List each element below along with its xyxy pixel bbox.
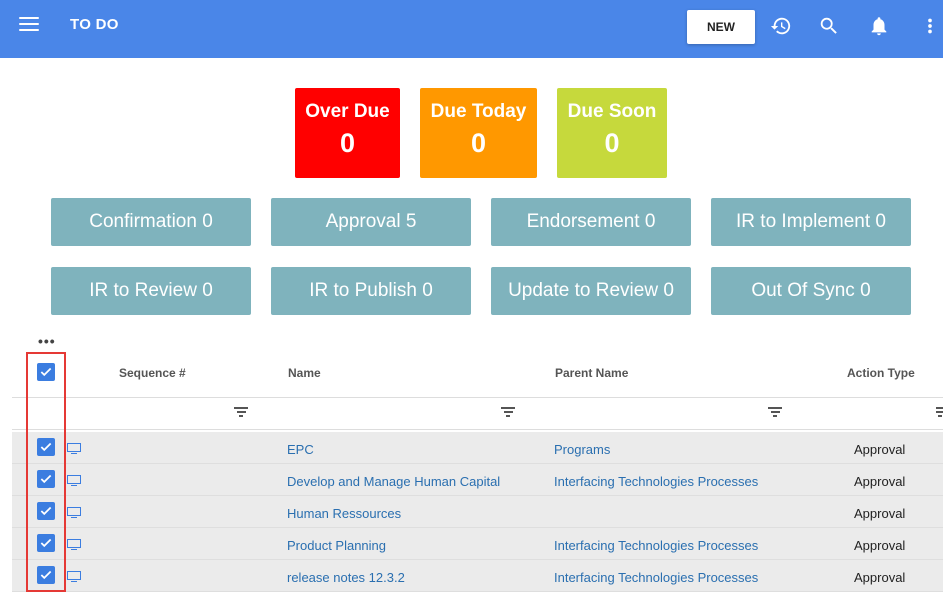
category-approval[interactable]: Approval 5 bbox=[271, 198, 471, 246]
check-icon bbox=[40, 367, 52, 377]
column-header-action-type[interactable]: Action Type bbox=[847, 366, 915, 380]
row-name-link[interactable]: EPC bbox=[287, 442, 314, 457]
row-checkbox[interactable] bbox=[37, 502, 55, 520]
tile-label: Due Today bbox=[430, 101, 527, 122]
grid-filter-row bbox=[12, 399, 943, 430]
monitor-icon[interactable] bbox=[67, 571, 81, 582]
tile-due-today[interactable]: Due Today 0 bbox=[420, 88, 537, 178]
monitor-icon[interactable] bbox=[67, 443, 81, 454]
tile-count: 0 bbox=[470, 128, 487, 158]
row-checkbox[interactable] bbox=[37, 438, 55, 456]
new-button[interactable]: NEW bbox=[687, 10, 755, 44]
bell-icon[interactable] bbox=[867, 14, 891, 38]
filter-icon[interactable] bbox=[501, 407, 515, 419]
row-action-type: Approval bbox=[854, 570, 906, 585]
category-update-to-review[interactable]: Update to Review 0 bbox=[491, 267, 691, 315]
table-row[interactable]: Product Planning Interfacing Technologie… bbox=[12, 528, 943, 560]
row-checkbox[interactable] bbox=[37, 566, 55, 584]
row-action-type: Approval bbox=[854, 506, 906, 521]
table-row[interactable]: Develop and Manage Human Capital Interfa… bbox=[12, 464, 943, 496]
table-row[interactable]: EPC Programs Approval bbox=[12, 432, 943, 464]
filter-icon[interactable] bbox=[768, 407, 782, 419]
row-action-type: Approval bbox=[854, 538, 906, 553]
row-action-type: Approval bbox=[854, 474, 906, 489]
check-icon bbox=[40, 442, 52, 452]
table-row[interactable]: Human Ressources Approval bbox=[12, 496, 943, 528]
select-all-checkbox[interactable] bbox=[37, 363, 55, 381]
tile-label: Over Due bbox=[305, 101, 390, 122]
grid-header-row: Sequence # Name Parent Name Action Type bbox=[12, 352, 943, 398]
tile-over-due[interactable]: Over Due 0 bbox=[295, 88, 400, 178]
tile-count: 0 bbox=[339, 128, 356, 158]
category-ir-to-review[interactable]: IR to Review 0 bbox=[51, 267, 251, 315]
tile-due-soon[interactable]: Due Soon 0 bbox=[557, 88, 667, 178]
check-icon bbox=[40, 538, 52, 548]
row-parent-link[interactable]: Interfacing Technologies Processes bbox=[554, 538, 758, 553]
monitor-icon[interactable] bbox=[67, 539, 81, 550]
top-app-bar: TO DO NEW bbox=[0, 0, 943, 58]
row-parent-link[interactable]: Interfacing Technologies Processes bbox=[554, 570, 758, 585]
filter-icon[interactable] bbox=[936, 407, 943, 419]
filter-icon[interactable] bbox=[234, 407, 248, 419]
check-icon bbox=[40, 506, 52, 516]
page-title: TO DO bbox=[70, 16, 119, 33]
column-header-parent-name[interactable]: Parent Name bbox=[555, 366, 628, 380]
row-name-link[interactable]: release notes 12.3.2 bbox=[287, 570, 405, 585]
monitor-icon[interactable] bbox=[67, 475, 81, 486]
category-endorsement[interactable]: Endorsement 0 bbox=[491, 198, 691, 246]
category-ir-to-implement[interactable]: IR to Implement 0 bbox=[711, 198, 911, 246]
column-header-name[interactable]: Name bbox=[288, 366, 321, 380]
table-row[interactable]: release notes 12.3.2 Interfacing Technol… bbox=[12, 560, 943, 592]
more-vert-icon[interactable] bbox=[918, 14, 942, 38]
row-name-link[interactable]: Develop and Manage Human Capital bbox=[287, 474, 500, 489]
monitor-icon[interactable] bbox=[67, 507, 81, 518]
category-confirmation[interactable]: Confirmation 0 bbox=[51, 198, 251, 246]
category-out-of-sync[interactable]: Out Of Sync 0 bbox=[711, 267, 911, 315]
row-parent-link[interactable]: Interfacing Technologies Processes bbox=[554, 474, 758, 489]
grid-options-button[interactable]: ••• bbox=[38, 333, 56, 349]
column-header-sequence[interactable]: Sequence # bbox=[119, 366, 186, 380]
row-name-link[interactable]: Human Ressources bbox=[287, 506, 401, 521]
tile-label: Due Soon bbox=[567, 101, 657, 122]
category-ir-to-publish[interactable]: IR to Publish 0 bbox=[271, 267, 471, 315]
menu-icon[interactable] bbox=[19, 17, 39, 33]
tile-count: 0 bbox=[604, 128, 620, 158]
row-parent-link[interactable]: Programs bbox=[554, 442, 610, 457]
check-icon bbox=[40, 570, 52, 580]
history-icon[interactable] bbox=[769, 14, 793, 38]
row-checkbox[interactable] bbox=[37, 534, 55, 552]
search-icon[interactable] bbox=[817, 14, 841, 38]
row-name-link[interactable]: Product Planning bbox=[287, 538, 386, 553]
check-icon bbox=[40, 474, 52, 484]
row-checkbox[interactable] bbox=[37, 470, 55, 488]
row-action-type: Approval bbox=[854, 442, 906, 457]
